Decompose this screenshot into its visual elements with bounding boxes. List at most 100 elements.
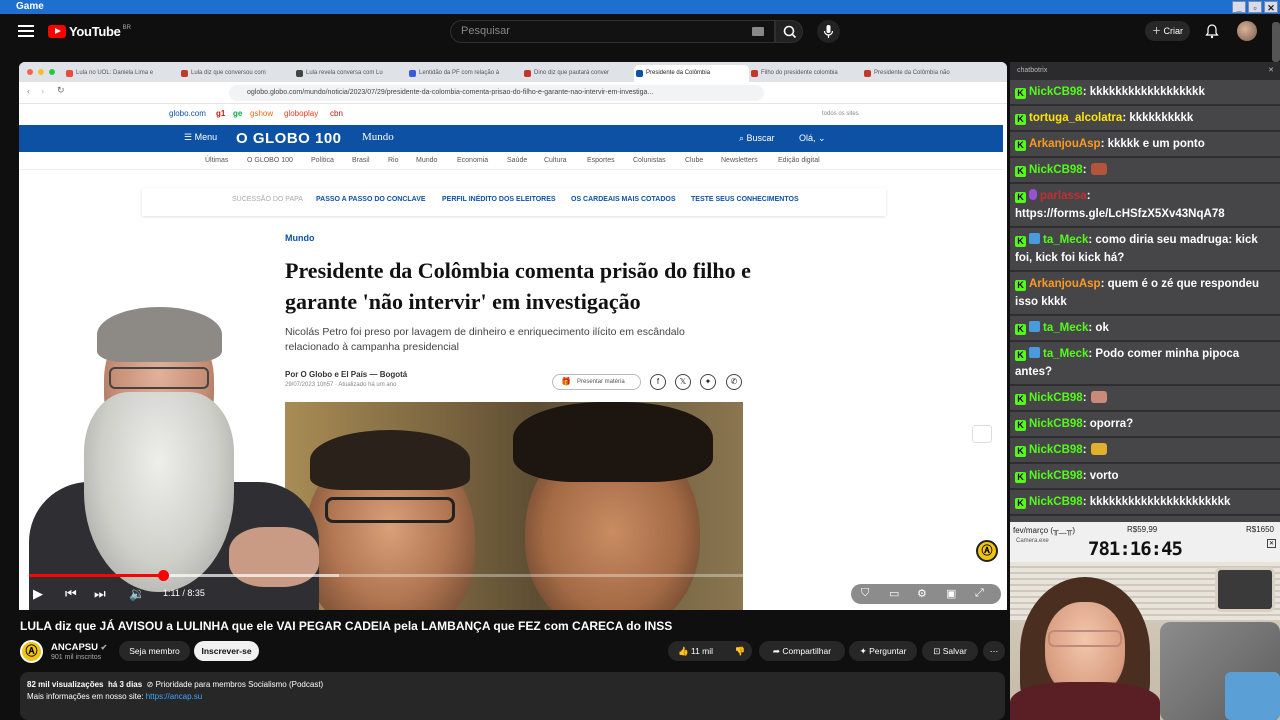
browser-tab[interactable]: Lula no UOL: Daniela Lima e	[64, 65, 179, 82]
previous-icon[interactable]: ⏮	[65, 586, 77, 602]
globo-nav-item[interactable]: Economia	[457, 157, 488, 164]
globo-nav-item[interactable]: Brasil	[352, 157, 370, 164]
bookmark-link[interactable]: gshow	[250, 104, 273, 124]
browser-tab[interactable]: Filho do presidente colombia	[749, 65, 864, 82]
autoplay-toggle-icon[interactable]: ⛉	[861, 587, 869, 600]
create-button[interactable]: ＋ Criar	[1145, 21, 1190, 41]
globo-nav-item[interactable]: Rio	[388, 157, 399, 164]
bookmark-link[interactable]: cbn	[330, 104, 343, 124]
topic-link[interactable]: SUCESSÃO DO PAPA	[232, 196, 303, 203]
subscribe-button[interactable]: Inscrever-se	[194, 641, 259, 661]
browser-minimize-dot[interactable]	[38, 69, 44, 75]
chat-username[interactable]: NickCB98	[1029, 164, 1083, 176]
youtube-logo[interactable]: YouTube BR	[48, 24, 131, 39]
video-player[interactable]: Lula no UOL: Daniela Lima e Lula diz que…	[19, 62, 1007, 610]
globo-section-title[interactable]: Mundo	[362, 131, 394, 143]
facebook-share-icon[interactable]: f	[650, 374, 666, 390]
chat-username[interactable]: NickCB98	[1029, 86, 1083, 98]
globo-menu-button[interactable]: ☰ Menu	[184, 132, 217, 143]
x-share-icon[interactable]: 𝕏	[675, 374, 691, 390]
chat-username[interactable]: NickCB98	[1029, 470, 1083, 482]
globo-nav-item[interactable]: Saúde	[507, 157, 527, 164]
chat-username[interactable]: NickCB98	[1029, 392, 1083, 404]
subtitles-icon[interactable]: ▭	[889, 587, 899, 600]
save-button[interactable]: ⊡ Salvar	[922, 641, 978, 661]
globo-nav-item[interactable]: Newsletters	[721, 157, 758, 164]
play-icon[interactable]: ▶	[33, 586, 43, 602]
topic-link[interactable]: PASSO A PASSO DO CONCLAVE	[316, 196, 426, 203]
chat-username[interactable]: NickCB98	[1029, 444, 1083, 456]
picture-in-picture-icon[interactable]	[972, 425, 992, 443]
topic-link[interactable]: TESTE SEUS CONHECIMENTOS	[691, 196, 799, 203]
chat-username[interactable]: parlassa	[1040, 190, 1087, 202]
browser-tab[interactable]: Lula revela conversa com Lu	[294, 65, 409, 82]
browser-tab[interactable]: Lula diz que conversou com	[179, 65, 294, 82]
minimize-button[interactable]: _	[1232, 1, 1246, 13]
chat-username[interactable]: ta_Meck	[1043, 322, 1088, 334]
whatsapp-share-icon[interactable]: ✆	[726, 374, 742, 390]
browser-tab[interactable]: Presidente da Colômbia não	[862, 65, 977, 82]
search-input[interactable]: Pesquisar	[450, 20, 775, 43]
voice-search-button[interactable]	[817, 20, 840, 43]
browser-tab[interactable]: Dino diz que pautará conver	[522, 65, 637, 82]
bluesky-share-icon[interactable]: ✦	[700, 374, 716, 390]
browser-tab-active[interactable]: Presidente da Colômbia	[634, 65, 749, 82]
bookmark-link[interactable]: ge	[233, 104, 242, 124]
channel-name[interactable]: ANCAPSU ✔	[51, 642, 107, 653]
close-chat-icon[interactable]: ✕	[1268, 62, 1274, 80]
ask-button[interactable]: ✦ Perguntar	[849, 641, 917, 661]
globo-nav-item[interactable]: Colunistas	[633, 157, 666, 164]
chat-username[interactable]: NickCB98	[1029, 418, 1083, 430]
fullscreen-icon[interactable]: ⤢	[975, 587, 984, 600]
user-avatar[interactable]	[1237, 21, 1257, 41]
theater-mode-icon[interactable]: ▣	[946, 587, 956, 600]
channel-avatar[interactable]: Ⓐ	[20, 640, 43, 663]
next-icon[interactable]: ⏭	[94, 586, 106, 602]
settings-gear-icon[interactable]: ⚙	[917, 587, 927, 600]
search-button[interactable]	[775, 20, 803, 43]
globo-account-menu[interactable]: Olá, ⌄	[799, 133, 826, 144]
volume-icon[interactable]: 🔉	[129, 586, 145, 602]
share-button[interactable]: ➦ Compartilhar	[759, 641, 845, 661]
page-scrollbar[interactable]	[1272, 22, 1280, 62]
globo-nav-item[interactable]: Cultura	[544, 157, 567, 164]
chat-username[interactable]: ta_Meck	[1043, 234, 1088, 246]
maximize-button[interactable]: ▫	[1248, 1, 1262, 13]
address-bar[interactable]: oglobo.globo.com/mundo/noticia/2023/07/2…	[229, 85, 764, 101]
browser-tab[interactable]: Lentidão da PF com relação à	[407, 65, 522, 82]
globo-nav-item[interactable]: Últimas	[205, 157, 228, 164]
article-kicker[interactable]: Mundo	[285, 233, 315, 243]
channel-watermark-icon[interactable]: Ⓐ	[976, 540, 998, 562]
globo-nav-item[interactable]: Mundo	[416, 157, 437, 164]
dislike-button[interactable]: 👎	[728, 641, 752, 661]
chat-username[interactable]: NickCB98	[1029, 496, 1083, 508]
progress-bar[interactable]	[29, 570, 997, 581]
globo-nav-item[interactable]: Edição digital	[778, 157, 820, 164]
keyboard-icon[interactable]	[752, 27, 764, 36]
chat-username[interactable]: ta_Meck	[1043, 348, 1088, 360]
browser-zoom-dot[interactable]	[49, 69, 55, 75]
menu-icon[interactable]	[18, 25, 34, 39]
chat-username[interactable]: tortuga_alcolatra	[1029, 112, 1122, 124]
site-link[interactable]: https://ancap.su	[146, 692, 202, 701]
join-button[interactable]: Seja membro	[119, 641, 190, 661]
close-window-button[interactable]: ✕	[1264, 1, 1278, 13]
topic-link[interactable]: OS CARDEAIS MAIS COTADOS	[571, 196, 676, 203]
globo-nav-item[interactable]: Esportes	[587, 157, 615, 164]
close-overlay-icon[interactable]: ✕	[1267, 539, 1276, 548]
back-icon[interactable]: ‹	[27, 86, 30, 96]
chat-username[interactable]: ArkanjouAsp	[1029, 138, 1101, 150]
present-article-button[interactable]: 🎁 Presentar matéria	[552, 374, 641, 390]
globo-logo[interactable]: O GLOBO 100	[236, 130, 342, 147]
forward-icon[interactable]: ›	[41, 86, 44, 96]
reload-icon[interactable]: ↻	[57, 85, 65, 96]
globo-nav-item[interactable]: Política	[311, 157, 334, 164]
bookmark-link[interactable]: globo.com	[169, 104, 206, 124]
bookmark-link[interactable]: g1	[216, 104, 225, 124]
topic-link[interactable]: PERFIL INÉDITO DOS ELEITORES	[442, 196, 556, 203]
notifications-bell-icon[interactable]	[1205, 23, 1219, 39]
globo-nav-item[interactable]: O GLOBO 100	[247, 157, 293, 164]
all-sites-link[interactable]: todos os sites	[822, 104, 859, 124]
description-box[interactable]: 82 mil visualizações há 3 dias ⊘ Priorid…	[20, 672, 1005, 720]
browser-close-dot[interactable]	[27, 69, 33, 75]
